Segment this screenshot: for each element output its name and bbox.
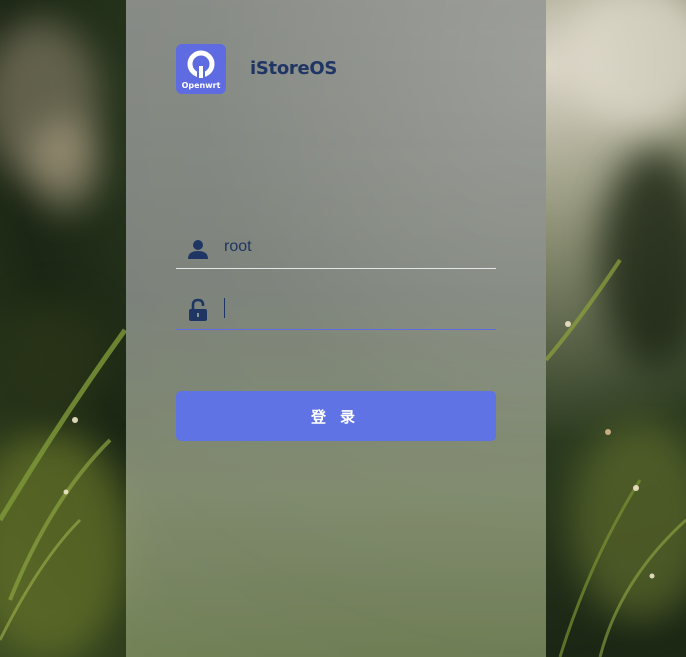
username-input[interactable] bbox=[224, 234, 486, 260]
password-field bbox=[176, 289, 496, 330]
username-field bbox=[176, 228, 496, 269]
login-panel: Openwrt iStoreOS 登录 bbox=[126, 0, 546, 657]
login-button[interactable]: 登录 bbox=[176, 391, 496, 441]
text-caret bbox=[224, 298, 225, 318]
user-icon bbox=[188, 240, 208, 259]
openwrt-logo-icon bbox=[187, 50, 215, 80]
openwrt-logo: Openwrt bbox=[176, 44, 226, 94]
brand-title: iStoreOS bbox=[250, 58, 338, 79]
logo-caption: Openwrt bbox=[181, 81, 221, 90]
unlock-icon bbox=[189, 298, 207, 321]
password-input[interactable] bbox=[224, 295, 486, 321]
